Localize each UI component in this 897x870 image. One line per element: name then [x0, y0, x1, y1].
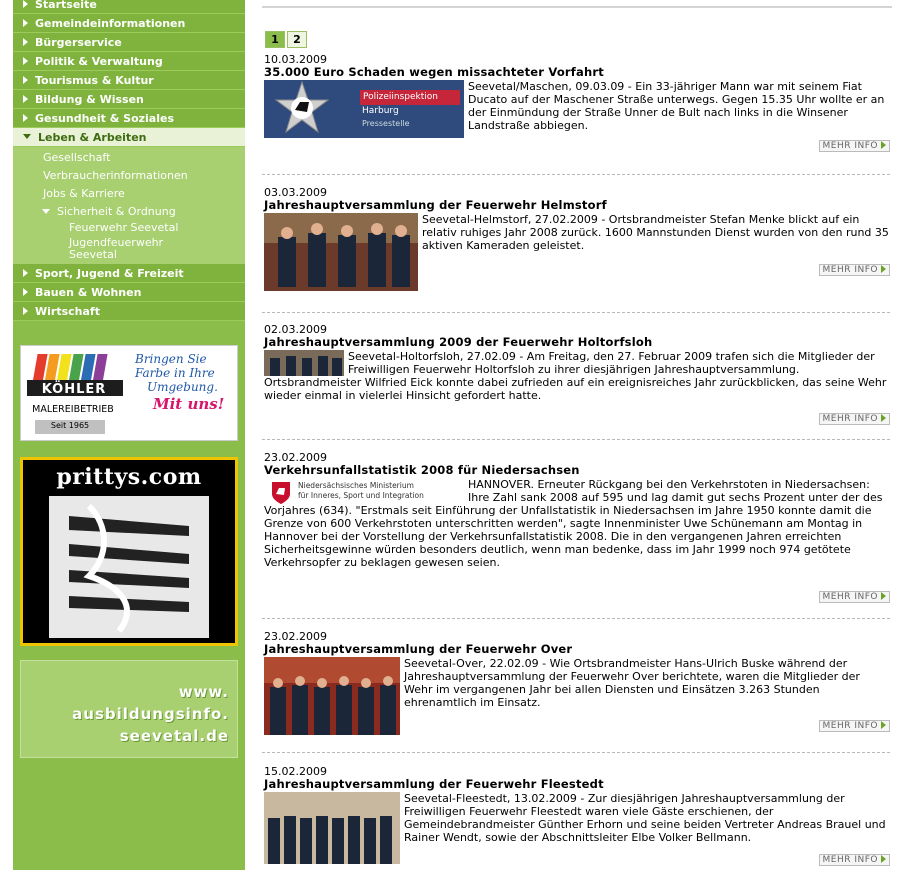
police-star-icon — [274, 80, 330, 134]
prittys-title: prittys.com — [56, 464, 202, 490]
arrow-right-icon — [881, 141, 886, 149]
nav-startseite[interactable]: Startseite — [13, 0, 245, 14]
news-divider — [262, 618, 890, 619]
firefighters-photo — [264, 213, 418, 291]
news-item: 23.02.2009 Jahreshauptversammlung der Fe… — [264, 630, 890, 735]
news-teaser: Seevetal-Fleestedt, 13.02.2009 - Zur die… — [404, 792, 886, 844]
more-info-button[interactable]: MEHR INFO — [818, 591, 890, 603]
news-item: 03.03.2009 Jahreshauptversammlung der Fe… — [264, 186, 890, 291]
arrow-right-icon — [23, 38, 28, 46]
nav-tourismus-kultur[interactable]: Tourismus & Kultur — [13, 71, 245, 90]
news-teaser: Seevetal-Over, 22.02.09 - Wie Ortsbrandm… — [404, 657, 860, 709]
firefighters-photo — [264, 657, 400, 735]
arrow-right-icon — [881, 414, 886, 422]
news-title[interactable]: Jahreshauptversammlung 2009 der Feuerweh… — [264, 336, 890, 349]
arrow-right-icon — [23, 76, 28, 84]
subnav-sicherheit-ordnung[interactable]: Sicherheit & Ordnung — [13, 203, 245, 221]
nav-leben-arbeiten[interactable]: Leben & Arbeiten — [13, 128, 245, 147]
arrow-right-icon — [23, 0, 28, 8]
arrow-right-icon — [23, 57, 28, 65]
koehler-line1: MALEREIBETRIEB — [32, 404, 114, 415]
submenu-leben-arbeiten: Gesellschaft Verbraucherinformationen Jo… — [13, 147, 245, 264]
top-divider — [262, 6, 892, 8]
arrow-right-icon — [881, 721, 886, 729]
news-divider — [262, 752, 890, 753]
page-2-button[interactable]: 2 — [287, 31, 307, 48]
news-title[interactable]: Jahreshauptversammlung der Feuerwehr Fle… — [264, 778, 890, 791]
sidebar-nav: Startseite Gemeindeinformationen Bürgers… — [13, 0, 245, 321]
koehler-slogan: Bringen Sie Farbe in Ihre Umgebung. Mit … — [135, 352, 225, 413]
arrow-right-icon — [881, 855, 886, 863]
news-title[interactable]: Verkehrsunfallstatistik 2008 für Nieders… — [264, 464, 890, 477]
more-info-button[interactable]: MEHR INFO — [818, 264, 890, 276]
firefighters-photo — [264, 792, 400, 864]
ad-prittys-banner[interactable]: prittys.com — [20, 457, 238, 646]
arrow-right-icon — [23, 95, 28, 103]
ad-ausbildungsinfo-banner[interactable]: www. ausbildungsinfo. seevetal.de — [20, 660, 238, 758]
lower-saxony-crest-icon — [272, 482, 290, 504]
news-teaser: Seevetal-Holtorfsloh, 27.02.09 - Am Frei… — [264, 350, 887, 402]
firefighters-photo — [264, 350, 344, 376]
more-info-button[interactable]: MEHR INFO — [818, 720, 890, 732]
nav-gesundheit-soziales[interactable]: Gesundheit & Soziales — [13, 109, 245, 128]
subsubnav-feuerwehr-seevetal[interactable]: Feuerwehr Seevetal — [13, 222, 245, 234]
more-info-button[interactable]: MEHR INFO — [818, 140, 890, 152]
news-photo[interactable] — [264, 350, 344, 376]
arrow-right-icon — [23, 114, 28, 122]
arrow-right-icon — [23, 288, 28, 296]
subnav-verbraucherinformationen[interactable]: Verbraucherinformationen — [13, 167, 245, 185]
nav-bauen-wohnen[interactable]: Bauen & Wohnen — [13, 283, 245, 302]
nav-wirtschaft[interactable]: Wirtschaft — [13, 302, 245, 321]
more-info-button[interactable]: MEHR INFO — [818, 854, 890, 866]
ausbildungsinfo-text: www. ausbildungsinfo. seevetal.de — [72, 683, 229, 745]
subnav-gesellschaft[interactable]: Gesellschaft — [13, 149, 245, 167]
news-item: 23.02.2009 Verkehrsunfallstatistik 2008 … — [264, 451, 890, 603]
nav-buergerservice[interactable]: Bürgerservice — [13, 33, 245, 52]
arrow-right-icon — [23, 19, 28, 27]
arrow-right-icon — [881, 592, 886, 600]
news-item: 02.03.2009 Jahreshauptversammlung 2009 d… — [264, 323, 890, 425]
news-photo[interactable] — [264, 657, 400, 735]
arrow-right-icon — [23, 307, 28, 315]
subsubnav-jugendfeuerwehr-seevetal[interactable]: Jugendfeuerwehr Seevetal — [13, 237, 173, 261]
news-divider — [262, 312, 890, 313]
news-title[interactable]: Jahreshauptversammlung der Feuerwehr Hel… — [264, 199, 890, 212]
news-divider — [262, 439, 890, 440]
news-title[interactable]: Jahreshauptversammlung der Feuerwehr Ove… — [264, 643, 890, 656]
news-item: 15.02.2009 Jahreshauptversammlung der Fe… — [264, 765, 890, 866]
pagination: 12 — [265, 28, 309, 48]
news-photo[interactable] — [264, 792, 400, 864]
koehler-name: KÖHLER — [41, 382, 107, 397]
main-content: 12 10.03.2009 35.000 Euro Schaden wegen … — [262, 0, 892, 870]
news-divider — [262, 174, 890, 175]
ministry-logo-image[interactable]: Niedersächsisches Ministerium für Innere… — [264, 478, 462, 504]
nav-bildung-wissen[interactable]: Bildung & Wissen — [13, 90, 245, 109]
prittys-zebra-image — [49, 496, 209, 638]
arrow-right-icon — [23, 269, 28, 277]
news-photo[interactable] — [264, 213, 418, 291]
koehler-line2: Seit 1965 — [50, 421, 90, 430]
nav-politik-verwaltung[interactable]: Politik & Verwaltung — [13, 52, 245, 71]
arrow-down-icon — [42, 209, 50, 214]
arrow-right-icon — [881, 265, 886, 273]
news-teaser: Seevetal-Helmstorf, 27.02.2009 - Ortsbra… — [422, 213, 889, 252]
police-logo-image[interactable]: Polizeiinspektion Harburg Pressestelle — [264, 80, 464, 138]
news-title[interactable]: 35.000 Euro Schaden wegen missachteter V… — [264, 66, 890, 79]
subnav-jobs-karriere[interactable]: Jobs & Karriere — [13, 185, 245, 203]
news-teaser: Seevetal/Maschen, 09.03.09 - Ein 33-jähr… — [468, 80, 885, 132]
nav-gemeindeinformationen[interactable]: Gemeindeinformationen — [13, 14, 245, 33]
more-info-button[interactable]: MEHR INFO — [818, 413, 890, 425]
arrow-down-icon — [23, 134, 31, 139]
sidebar: Startseite Gemeindeinformationen Bürgers… — [13, 0, 245, 870]
ad-koehler-banner[interactable]: KÖHLER MALEREIBETRIEB Seit 1965 Bringen … — [20, 345, 238, 441]
news-item: 10.03.2009 35.000 Euro Schaden wegen mis… — [264, 53, 890, 152]
nav-sport-jugend-freizeit[interactable]: Sport, Jugend & Freizeit — [13, 264, 245, 283]
page-1-button[interactable]: 1 — [265, 31, 285, 48]
